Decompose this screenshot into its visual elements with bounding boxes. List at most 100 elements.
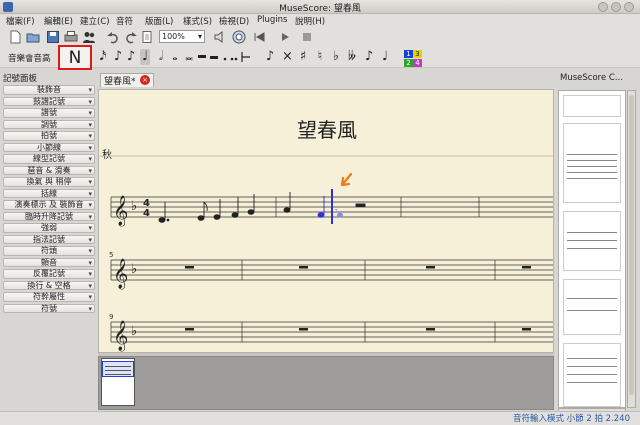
score-thumbnail[interactable] [563, 279, 621, 335]
score-thumbnail[interactable] [563, 211, 621, 271]
music-staves[interactable]: 𝄞 ♭ 4 4 𝄾 5 𝄞 ♭ 9 𝄞 ♭ [99, 90, 554, 353]
menu-bar: 檔案(F) 編輯(E) 建立(C) 音符 版面(L) 樣式(S) 檢視(D) P… [0, 14, 640, 28]
palette-item[interactable]: 裝飾音 [3, 85, 95, 95]
play-icon[interactable] [278, 30, 292, 44]
navigator-panel[interactable] [98, 356, 554, 410]
breve-note-icon[interactable]: 𝅜 [184, 49, 194, 65]
menu-create[interactable]: 建立(C) [80, 15, 110, 27]
measure-number-9: 9 [109, 313, 113, 321]
palette-item[interactable]: 鼓譜記號 [3, 96, 95, 106]
minimize-button[interactable] [598, 2, 608, 12]
palette-item[interactable]: 臨時升降記號 [3, 211, 95, 221]
social-users-icon[interactable] [82, 30, 96, 44]
main-toolbar [0, 28, 640, 46]
palette-item[interactable]: 符幹屬性 [3, 292, 95, 302]
double-flat-icon[interactable]: 𝄫 [347, 49, 357, 65]
palette-item[interactable]: 指法記號 [3, 234, 95, 244]
menu-style[interactable]: 樣式(S) [183, 15, 212, 27]
palette-item[interactable]: 小節線 [3, 142, 95, 152]
scrollbar-thumb[interactable] [629, 95, 634, 395]
page-view-icon[interactable] [140, 30, 154, 44]
menu-layout[interactable]: 版面(L) [145, 15, 173, 27]
time-signature-bottom: 4 [143, 208, 150, 219]
zoom-select[interactable]: 100% [159, 30, 205, 43]
staff-3 [110, 321, 553, 343]
palette-item[interactable]: 括線 [3, 188, 95, 198]
voice-4-button[interactable]: 4 [413, 59, 422, 67]
concert-pitch-label[interactable]: 音樂會音高 [8, 52, 51, 64]
voice-2-button[interactable]: 2 [404, 59, 413, 67]
redo-icon[interactable] [124, 30, 138, 44]
window-title: MuseScore: 望春風 [279, 4, 361, 14]
rest-and-dot-icons[interactable] [196, 50, 256, 64]
staff-3-rests [185, 328, 531, 331]
flip-stem-icon[interactable]: ♪ [364, 49, 374, 65]
sixteenth-note-icon[interactable]: 𝅘𝅥𝅯 [98, 49, 108, 65]
new-file-icon[interactable] [8, 30, 22, 44]
sharp-icon[interactable]: ♯ [298, 49, 308, 65]
note-input-button-label: N [68, 48, 82, 68]
half-note-icon[interactable]: 𝅗𝅥 [156, 49, 166, 65]
treble-clef-icon: 𝄞 [113, 258, 128, 290]
key-signature-flat-icon: ♭ [131, 199, 137, 214]
close-window-button[interactable] [624, 2, 634, 12]
palette-item[interactable]: 換氣 與 稍停 [3, 177, 95, 187]
palette-item[interactable]: 符號 [3, 303, 95, 313]
score-thumbnail[interactable] [563, 95, 621, 117]
print-icon[interactable] [64, 30, 78, 44]
staff-2 [110, 259, 553, 281]
voice-3-button[interactable]: 3 [413, 50, 422, 58]
beam-icon[interactable]: ♩ [380, 49, 390, 65]
score-thumbnail[interactable] [563, 123, 621, 203]
rest-icon[interactable]: ♪ [265, 49, 275, 65]
palette-item[interactable]: 琶音 & 滑奏 [3, 165, 95, 175]
maximize-button[interactable] [611, 2, 621, 12]
palette-item[interactable]: 強弱 [3, 223, 95, 233]
navigator-page-thumbnail[interactable] [101, 358, 135, 406]
voice-1-button[interactable]: 1 [404, 50, 413, 58]
status-text: 音符輸入模式 小節 2 拍 2.240 [512, 414, 630, 424]
menu-file[interactable]: 檔案(F) [6, 15, 35, 27]
eighth-note-icon[interactable]: ♪ [113, 49, 123, 65]
eighth-note-alt-icon[interactable]: ♪ [126, 49, 136, 65]
menu-edit[interactable]: 編輯(E) [44, 15, 73, 27]
close-tab-icon[interactable]: × [140, 75, 150, 85]
menu-help[interactable]: 說明(H) [295, 15, 325, 27]
play-panel-icon[interactable] [213, 30, 227, 44]
metronome-icon[interactable] [232, 30, 246, 44]
double-sharp-icon[interactable]: × [282, 49, 293, 65]
measure-number-5: 5 [109, 251, 113, 259]
score-canvas[interactable]: 望春風 秋 𝄞 ♭ 4 4 𝄾 5 𝄞 ♭ 9 𝄞 ♭ [98, 89, 554, 353]
treble-clef-icon: 𝄞 [113, 320, 128, 352]
save-icon[interactable] [46, 30, 60, 44]
undo-icon[interactable] [106, 30, 120, 44]
stop-icon[interactable] [300, 30, 314, 44]
right-panel-vertical-scrollbar[interactable] [627, 90, 636, 408]
menu-notes[interactable]: 音符 [116, 15, 133, 27]
palette-item[interactable]: 換行 & 空格 [3, 280, 95, 290]
palette-item[interactable]: 拍號 [3, 131, 95, 141]
quarter-note-icon[interactable]: ♩ [140, 49, 150, 65]
palette-item[interactable]: 顫音 [3, 257, 95, 267]
menu-view[interactable]: 檢視(D) [219, 15, 249, 27]
whole-note-icon[interactable]: 𝅝 [170, 49, 180, 65]
flat-icon[interactable]: ♭ [331, 49, 341, 65]
note-input-button[interactable]: N [58, 45, 92, 70]
score-thumbnail[interactable] [563, 343, 621, 407]
orange-arrow-icon [340, 172, 353, 187]
palette-item[interactable]: 符頭 [3, 246, 95, 256]
palette-item[interactable]: 譜號 [3, 108, 95, 118]
score-thumbnail-list[interactable] [558, 90, 626, 408]
palette-item[interactable]: 調號 [3, 119, 95, 129]
rewind-icon[interactable] [252, 30, 266, 44]
palette-item[interactable]: 反覆記號 [3, 269, 95, 279]
open-folder-icon[interactable] [26, 30, 40, 44]
palette-item[interactable]: 線型記號 [3, 154, 95, 164]
staff-2-rests [185, 266, 531, 269]
natural-icon[interactable]: ♮ [315, 49, 325, 65]
menu-plugins[interactable]: Plugins [257, 15, 287, 25]
score-tab-label: 望春風* [104, 77, 136, 87]
right-panel-title: MuseScore C... [560, 73, 623, 83]
key-signature-flat-icon: ♭ [131, 324, 137, 339]
palette-item[interactable]: 演奏標示 及 裝飾音 [3, 200, 95, 210]
